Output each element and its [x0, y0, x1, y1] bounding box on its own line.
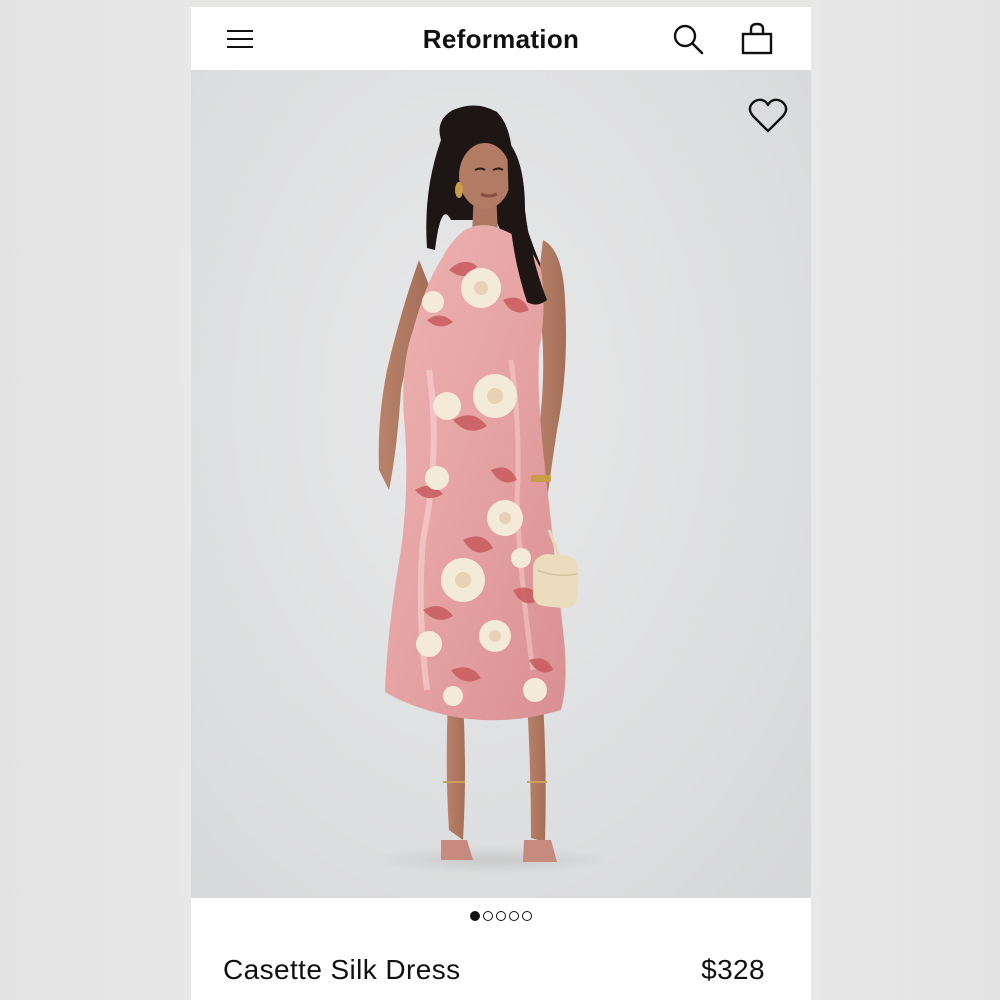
- pagination-dot-4[interactable]: [509, 911, 519, 921]
- hamburger-menu-icon: [227, 30, 253, 32]
- product-price: $328: [701, 954, 765, 985]
- status-bar: [191, 0, 811, 7]
- hamburger-menu-icon-line: [227, 38, 253, 40]
- pagination-dot-1[interactable]: [470, 911, 480, 921]
- search-button[interactable]: [670, 21, 706, 57]
- search-icon: [673, 24, 704, 55]
- menu-button[interactable]: [225, 24, 255, 54]
- gallery-pagination: [191, 906, 811, 926]
- heart-outline-icon: [748, 98, 788, 133]
- site-header: Reformation: [191, 7, 811, 70]
- pagination-dot-2[interactable]: [483, 911, 493, 921]
- pagination-dot-3[interactable]: [496, 911, 506, 921]
- shopping-bag-button[interactable]: [738, 21, 776, 59]
- wishlist-button[interactable]: [747, 97, 789, 135]
- product-page: Reformation Casette Silk Dress $328: [191, 0, 811, 1000]
- product-photo: [371, 105, 611, 874]
- shopping-bag-icon: [741, 22, 773, 55]
- product-title: Casette Silk Dress: [223, 954, 461, 985]
- brand-logo[interactable]: Reformation: [351, 21, 651, 57]
- hamburger-menu-icon-line: [227, 46, 253, 48]
- pagination-dot-5[interactable]: [522, 911, 532, 921]
- product-image-gallery[interactable]: [191, 70, 811, 898]
